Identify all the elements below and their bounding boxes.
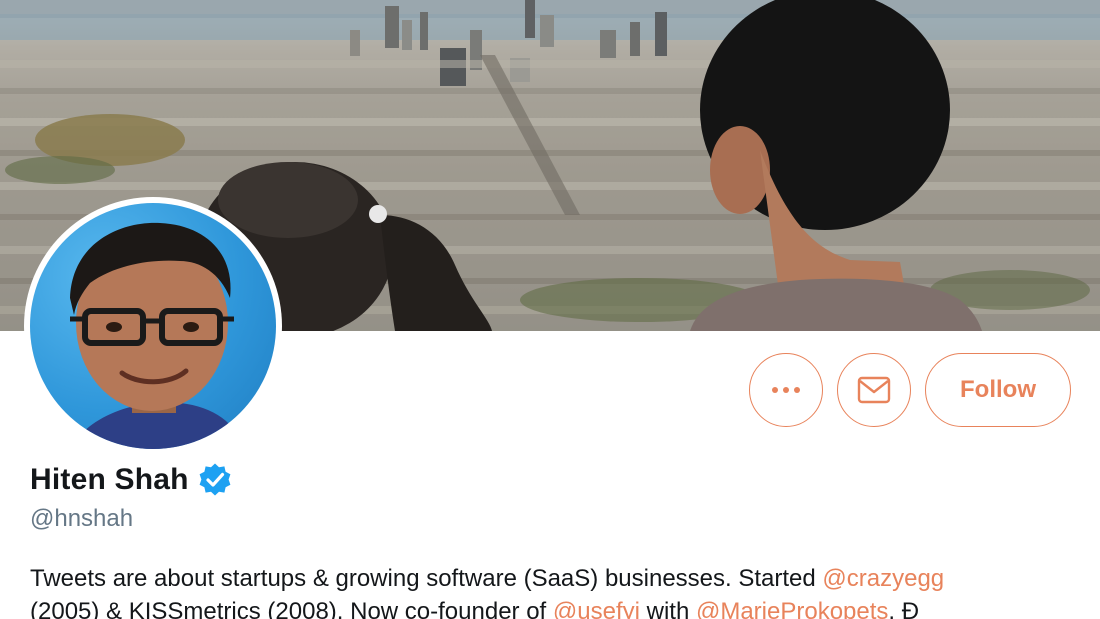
- bio-line: Tweets are about startups & growing soft…: [30, 562, 1090, 595]
- follow-button[interactable]: Follow: [925, 353, 1071, 427]
- profile-bio: Tweets are about startups & growing soft…: [30, 562, 1090, 619]
- bio-text: . Ð: [888, 598, 920, 619]
- more-dots-icon: [772, 387, 800, 393]
- mention-link-usefyi[interactable]: @usefyi: [553, 598, 640, 619]
- mention-link-marieprokopets[interactable]: @MarieProkopets: [696, 598, 888, 619]
- envelope-icon: [857, 376, 891, 404]
- bio-text: (2005) & KISSmetrics (2008). Now co-foun…: [30, 598, 553, 619]
- profile-handle: @hnshah: [30, 505, 134, 532]
- bio-text: Tweets are about startups & growing soft…: [30, 565, 823, 592]
- verified-badge-icon: [199, 463, 231, 496]
- avatar-photo: [30, 203, 276, 449]
- more-options-button[interactable]: [749, 353, 823, 427]
- profile-name-row: Hiten Shah: [30, 462, 233, 498]
- message-button[interactable]: [837, 353, 911, 427]
- bio-line: (2005) & KISSmetrics (2008). Now co-foun…: [30, 595, 1090, 619]
- mention-link-crazyegg[interactable]: @crazyegg: [822, 565, 944, 592]
- bio-text: with: [639, 598, 696, 619]
- profile-avatar[interactable]: [24, 197, 282, 455]
- profile-name: Hiten Shah: [30, 463, 189, 496]
